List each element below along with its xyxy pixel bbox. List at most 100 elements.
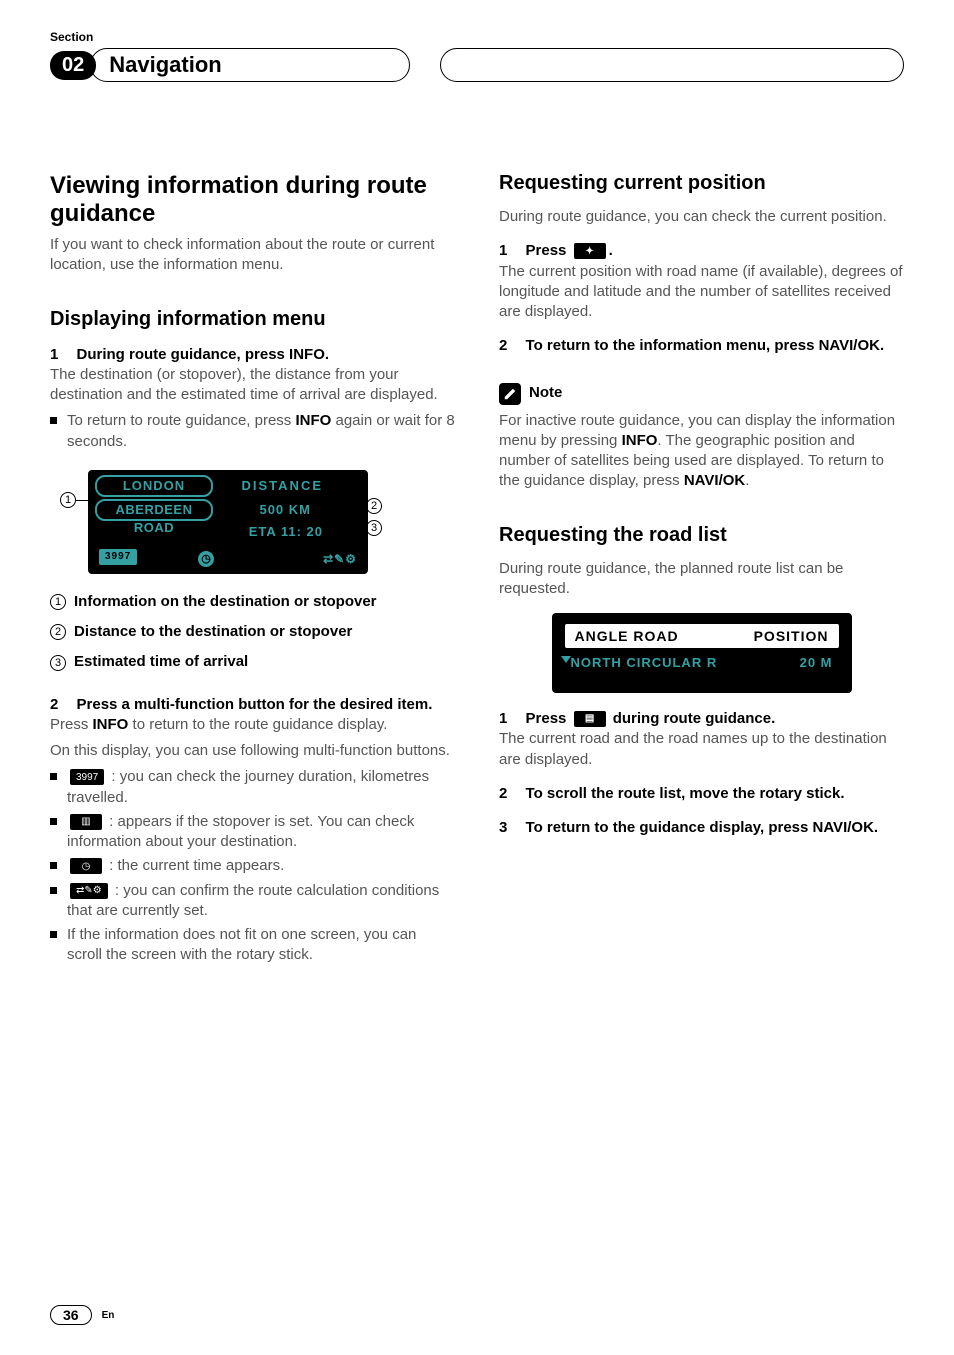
bold-info: INFO [295,412,331,429]
heading-viewing-info: Viewing information during route guidanc… [50,172,455,227]
bullet-icon [50,773,57,780]
bold-naviok: NAVI/OK [684,472,745,489]
content-columns: Viewing information during route guidanc… [50,172,904,966]
text-frag: : appears if the stopover is set. You ca… [67,813,414,850]
text-frag: Press [50,716,93,733]
legend-num: 2 [50,624,66,640]
text-frag: Press [526,710,571,727]
p-requesting-position: During route guidance, you can check the… [499,207,904,227]
section-number-badge: 02 [50,51,96,80]
mfb-row-3: ◷ : the current time appears. [50,856,455,876]
legend-num: 3 [50,655,66,671]
screen-distance-value: 500 KM [259,501,311,519]
note-header: Note [499,383,904,405]
roadlist-position-label: POSITION [754,627,829,646]
chapter-title-pill: Navigation [90,48,410,82]
page: Section 02 Navigation Viewing informatio… [0,0,954,1355]
mfb-row-2: ▥ : appears if the stopover is set. You … [50,812,455,853]
step-title: To scroll the route list, move the rotar… [526,785,845,802]
bullet-return-route: To return to route guidance, press INFO … [50,411,455,452]
screen-clock-icon: ◷ [198,551,214,567]
position-icon: ✦ [574,243,606,259]
bullet-text: ▥ : appears if the stopover is set. You … [67,812,455,853]
callout-line [336,528,366,529]
step-2: 2 Press a multi-function button for the … [50,695,455,715]
roadlist-current-road: ANGLE ROAD [575,627,679,646]
text-frag: To return to route guidance, press [67,412,295,429]
text-frag: Press [526,242,571,259]
intro-paragraph: If you want to check information about t… [50,235,455,276]
section-label: Section [50,30,904,44]
step-number: 1 [499,710,507,727]
mfb-journey-icon: 3997 [70,769,104,785]
text-frag: : the current time appears. [109,857,284,874]
step-title: Press ✦. [526,242,613,259]
step-1: 1 During route guidance, press INFO. [50,345,455,365]
step-2-body-c: On this display, you can use following m… [50,741,455,761]
rp-step-1-body: The current position with road name (if … [499,262,904,323]
screen-road: ABERDEEN ROAD [95,499,213,521]
step-number: 1 [499,242,507,259]
chapter-title: Navigation [109,52,221,78]
text-frag: . [745,472,749,489]
heading-displaying-info-menu: Displaying information menu [50,308,455,331]
screen-destination: LONDON [95,475,213,497]
mfb-route-icon: ⇄✎⚙ [70,883,108,899]
mfb-row-5: If the information does not fit on one s… [50,925,455,966]
bullet-text: To return to route guidance, press INFO … [67,411,455,452]
bullet-icon [50,931,57,938]
roadlist-next-road: NORTH CIRCULAR R [571,654,718,672]
device-screenshot-roadlist: ANGLE ROAD POSITION NORTH CIRCULAR R 20 … [552,613,852,693]
header-pill-right [440,48,904,82]
text-frag: : you can confirm the route calculation … [67,882,439,919]
list-icon: ▤ [574,711,606,727]
screen-route-icon: ⇄✎⚙ [323,551,357,567]
legend-row-1: 1 Information on the destination or stop… [50,592,455,612]
mfb-stopover-icon: ▥ [70,814,102,830]
callout-2: 2 [366,498,382,514]
bold-info: INFO [93,716,129,733]
rl-step-2: 2 To scroll the route list, move the rot… [499,784,904,804]
step-number: 2 [50,696,58,713]
left-column: Viewing information during route guidanc… [50,172,455,966]
device-screen: LONDON ABERDEEN ROAD DISTANCE 500 KM ETA… [93,475,363,569]
roadlist-header-row: ANGLE ROAD POSITION [565,624,839,648]
legend-row-3: 3 Estimated time of arrival [50,652,455,672]
text-frag: during route guidance. [609,710,776,727]
heading-road-list: Requesting the road list [499,524,904,547]
step-title: During route guidance, press INFO. [77,346,330,363]
page-number: 36 [50,1305,92,1325]
device-screenshot-info: 1 LONDON ABERDEEN ROAD DISTANCE 500 KM E… [60,470,380,580]
p-road-list: During route guidance, the planned route… [499,559,904,600]
step-title: To return to the information menu, press… [526,337,885,354]
rp-step-2: 2 To return to the information menu, pre… [499,336,904,356]
scroll-down-icon [561,656,571,663]
callout-3: 3 [366,520,382,536]
screen-chip: 3997 [99,549,137,565]
screen-distance-label: DISTANCE [242,477,323,495]
bold-info: INFO [622,432,658,449]
bullet-text: ⇄✎⚙ : you can confirm the route calculat… [67,881,455,922]
mfb-clock-icon: ◷ [70,858,102,874]
step-2-body-a: Press INFO to return to the route guidan… [50,715,455,735]
page-header: 02 Navigation [50,48,904,82]
text-frag: to return to the route guidance display. [128,716,387,733]
text-frag: . [609,242,613,259]
text-frag: : you can check the journey duration, ki… [67,768,429,805]
rl-step-1-body: The current road and the road names up t… [499,729,904,770]
legend-num: 1 [50,594,66,610]
step-number: 2 [499,337,507,354]
step-number: 3 [499,819,507,836]
step-1-body: The destination (or stopover), the dista… [50,365,455,406]
bullet-icon [50,818,57,825]
legend-text: Distance to the destination or stopover [74,622,352,642]
mfb-row-4: ⇄✎⚙ : you can confirm the route calculat… [50,881,455,922]
legend-row-2: 2 Distance to the destination or stopove… [50,622,455,642]
callout-1: 1 [60,492,76,508]
right-column: Requesting current position During route… [499,172,904,966]
rl-step-1: 1 Press ▤ during route guidance. [499,709,904,729]
step-title: To return to the guidance display, press… [526,819,879,836]
step-title: Press a multi-function button for the de… [77,696,433,713]
step-number: 2 [499,785,507,802]
note-label: Note [529,383,562,403]
